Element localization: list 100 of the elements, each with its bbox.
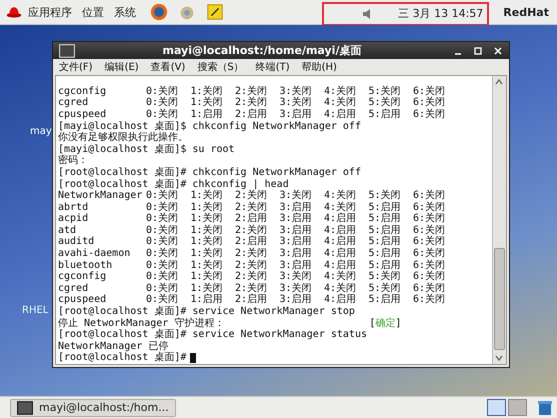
terminal-text: 3:启用: [280, 248, 313, 260]
terminal-text: 6:关闭: [413, 224, 446, 236]
terminal-text: 5:关闭: [368, 86, 402, 97]
terminal-text: 1:关闭: [190, 282, 224, 294]
terminal-text: 5:关闭: [368, 97, 402, 108]
terminal-icon: [59, 44, 75, 58]
hat-logo-icon[interactable]: [6, 5, 22, 19]
terminal-text: 5:启用: [368, 224, 402, 236]
terminal-text: acpid: [58, 213, 90, 225]
terminal-text: cgconfig: [58, 86, 108, 97]
terminal-text: 2:启用: [235, 213, 268, 224]
terminal-text: 2:启用: [235, 294, 268, 306]
terminal-text: 6:关闭: [413, 213, 446, 224]
terminal-text: 1:关闭: [190, 224, 224, 236]
terminal-text: 2:关闭: [235, 271, 268, 282]
terminal-text: 0:关闭: [146, 224, 180, 236]
menu-item[interactable]: 终端(T): [256, 60, 290, 74]
terminal-text: 0:关闭: [146, 108, 180, 120]
clock[interactable]: 三 3月 13 14:57: [398, 6, 484, 21]
close-icon[interactable]: [493, 46, 503, 56]
terminal-text: 4:关闭: [324, 86, 358, 97]
taskbar-button[interactable]: mayi@localhost:/hom...: [10, 398, 176, 416]
terminal-text: cgconfig: [58, 271, 108, 283]
terminal-text: 1:启用: [190, 108, 224, 121]
menu-item[interactable]: 文件(F): [59, 60, 93, 74]
terminal-text: avahi-daemon: [58, 248, 132, 260]
terminal-text: 0:关闭: [146, 213, 180, 224]
terminal-text: 4:启用: [324, 248, 358, 260]
terminal-text: 1:关闭: [190, 236, 224, 248]
desktop-icon-label[interactable]: may: [30, 126, 52, 137]
terminal-text: 5:启用: [368, 213, 402, 224]
terminal-text: 2:关闭: [235, 202, 268, 213]
terminal-text: 6:关闭: [413, 86, 446, 97]
terminal-text: 0:关闭: [146, 271, 180, 282]
terminal-text: 5:启用: [368, 248, 402, 260]
terminal-text: 3:关闭: [280, 97, 313, 108]
terminal-text: 4:启用: [324, 224, 358, 236]
workspace-button[interactable]: [487, 399, 506, 416]
panel-menu[interactable]: 应用程序: [28, 4, 72, 20]
terminal-text: 4:启用: [324, 108, 358, 121]
terminal-text: 2:关闭: [235, 282, 268, 294]
terminal-text: 6:关闭: [413, 108, 446, 121]
terminal-text: 5:启用: [368, 236, 402, 248]
terminal-text: 5:启用: [368, 260, 402, 271]
panel-menu[interactable]: 位置: [82, 4, 104, 20]
desktop-icon-label[interactable]: RHEL: [22, 305, 48, 316]
terminal-text: [root@localhost 桌面]# chkconfig | head: [58, 178, 289, 190]
terminal-text: cpuspeed: [58, 108, 108, 121]
menu-item[interactable]: 查看(V): [150, 60, 186, 74]
terminal-text: 2:关闭: [235, 97, 268, 108]
terminal-text: 2:启用: [235, 236, 268, 248]
menu-item[interactable]: 帮助(H): [302, 60, 337, 74]
terminal-text: 5:关闭: [368, 190, 402, 202]
terminal-text: [root@localhost 桌面]# chkconfig NetworkManager off: [58, 166, 361, 178]
user-name[interactable]: RedHat: [503, 6, 549, 18]
status-tag: [确定]: [369, 318, 402, 330]
terminal-text: 4:启用: [324, 236, 358, 248]
terminal-text: 4:关闭: [324, 190, 358, 202]
terminal-text: 4:启用: [324, 213, 358, 224]
terminal-icon: [17, 400, 33, 414]
maximize-icon[interactable]: [473, 46, 483, 56]
scrollbar[interactable]: [492, 76, 506, 364]
terminal-text: 1:关闭: [190, 97, 224, 108]
terminal-text: 1:关闭: [190, 260, 224, 271]
terminal-text: 2:关闭: [235, 248, 268, 260]
terminal-text: 0:关闭: [146, 97, 180, 108]
terminal-text: 1:关闭: [190, 271, 224, 282]
terminal-text: 3:启用: [280, 108, 313, 121]
terminal-text: 2:关闭: [235, 260, 268, 271]
terminal-text: 6:关闭: [413, 282, 446, 294]
note-icon[interactable]: [206, 3, 224, 21]
terminal-text: 4:关闭: [324, 97, 358, 108]
terminal-text: 1:关闭: [190, 190, 224, 202]
terminal-text: 5:启用: [368, 294, 402, 306]
terminal-text: 3:启用: [280, 236, 313, 248]
terminal-text: 3:启用: [280, 260, 313, 271]
terminal-text: 3:关闭: [280, 190, 313, 202]
terminal-text: 6:关闭: [413, 271, 446, 282]
terminal-text: [root@localhost 桌面]# service NetworkManager stop: [58, 306, 355, 318]
panel-menu[interactable]: 系统: [114, 4, 136, 20]
terminal-text: 4:关闭: [324, 282, 358, 294]
terminal-text: 6:关闭: [413, 294, 446, 306]
terminal-text: atd: [58, 224, 78, 236]
terminal-text: 4:启用: [324, 294, 358, 306]
terminal-text: 1:启用: [190, 294, 224, 306]
menu-item[interactable]: 搜索（S）: [197, 60, 244, 74]
terminal-text: 0:关闭: [146, 282, 180, 294]
terminal-text: NetworkManager 已停: [58, 340, 168, 352]
terminal-text: 0:关闭: [146, 248, 180, 260]
terminal-text: 6:关闭: [413, 97, 446, 108]
trash-icon[interactable]: [537, 400, 553, 416]
terminal-text: 5:启用: [368, 108, 402, 121]
terminal-text: 1:关闭: [190, 86, 224, 97]
terminal-text: 0:关闭: [146, 86, 180, 97]
terminal-text: 6:关闭: [413, 248, 446, 260]
terminal-text: 4:启用: [324, 260, 358, 271]
terminal-text: cgred: [58, 282, 90, 294]
scrollbar-thumb[interactable]: [494, 248, 505, 350]
terminal-text: [mayi@localhost 桌面]$ chkconfig NetworkManager off: [58, 120, 361, 132]
menu-item[interactable]: 编辑(E): [104, 60, 139, 74]
